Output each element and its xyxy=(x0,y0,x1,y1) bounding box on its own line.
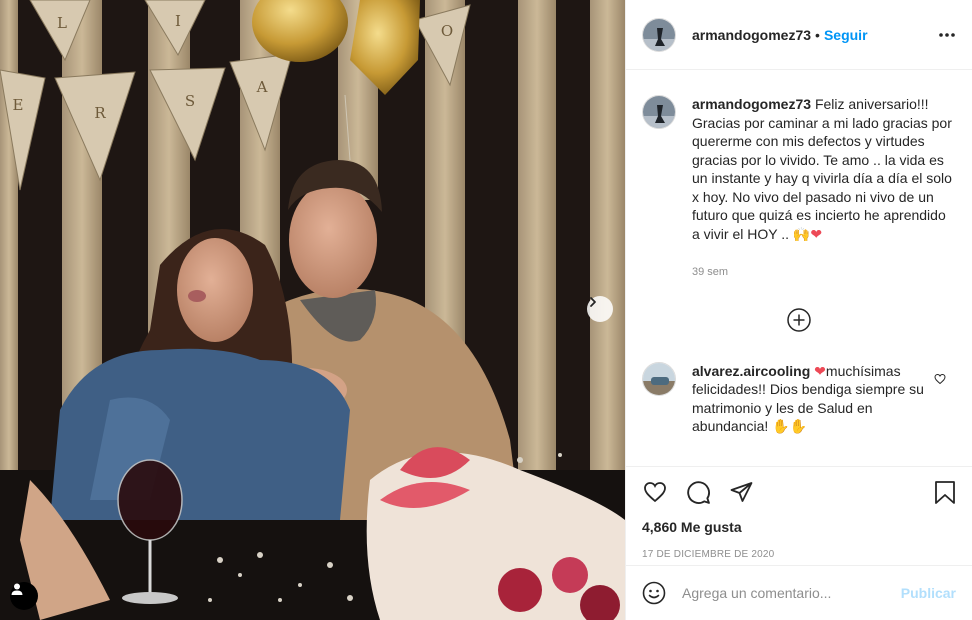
avatar-image xyxy=(643,96,675,128)
more-options-button[interactable] xyxy=(938,32,956,38)
save-button[interactable] xyxy=(934,480,956,505)
svg-text:L: L xyxy=(57,14,67,32)
publish-button[interactable]: Publicar xyxy=(901,585,956,601)
avatar-image xyxy=(643,18,675,51)
plus-circle-icon xyxy=(787,307,811,332)
caption-body: armandogomez73 Feliz aniversario!!! Grac… xyxy=(692,95,954,282)
comments-section: armandogomez73 Feliz aniversario!!! Grac… xyxy=(626,71,972,466)
photo-illustration: E R S A L I O xyxy=(0,0,625,620)
caption-emoji: 🙌❤ xyxy=(792,225,823,242)
post-photo[interactable]: E R S A L I O xyxy=(0,0,625,620)
like-comment-button[interactable] xyxy=(934,372,946,390)
load-more-comments-button[interactable] xyxy=(626,307,972,332)
like-count[interactable]: 4,860 Me gusta xyxy=(642,519,956,535)
comment-emoji: ❤ xyxy=(814,362,826,379)
post-time-ago[interactable]: 39 sem xyxy=(692,263,954,282)
commenter-username[interactable]: alvarez.aircooling xyxy=(692,363,810,379)
caption-author-avatar[interactable] xyxy=(642,95,676,129)
post-header: armandogomez73 • Seguir xyxy=(626,0,972,70)
share-button[interactable] xyxy=(729,480,754,504)
add-comment-bar: Publicar xyxy=(626,565,972,620)
paper-plane-icon xyxy=(730,482,753,502)
more-options-icon xyxy=(939,32,955,37)
post-actions: 4,860 Me gusta 17 DE DICIEMBRE DE 2020 xyxy=(626,466,972,560)
svg-text:S: S xyxy=(185,92,195,110)
avatar-image xyxy=(643,362,675,395)
svg-text:E: E xyxy=(13,96,24,114)
tagged-users-button[interactable] xyxy=(10,582,38,610)
caption: armandogomez73 Feliz aniversario!!! Grac… xyxy=(626,71,972,282)
author-username[interactable]: armandogomez73 xyxy=(692,27,811,43)
post-details-panel: armandogomez73 • Seguir armandogomez73 F… xyxy=(625,0,972,620)
heart-outline-icon xyxy=(934,373,946,384)
comment-input[interactable] xyxy=(682,585,901,601)
svg-text:R: R xyxy=(94,104,106,122)
commenter-avatar[interactable] xyxy=(642,361,676,396)
like-button[interactable] xyxy=(642,480,668,504)
svg-text:I: I xyxy=(175,12,181,30)
chevron-right-icon xyxy=(590,297,596,307)
post-date[interactable]: 17 DE DICIEMBRE DE 2020 xyxy=(642,549,956,560)
caption-username[interactable]: armandogomez73 xyxy=(692,96,811,112)
next-photo-button[interactable] xyxy=(587,296,613,322)
comment-item: alvarez.aircooling ❤muchísimas felicidad… xyxy=(626,361,972,436)
separator-dot: • xyxy=(815,26,820,43)
comment-body: alvarez.aircooling ❤muchísimas felicidad… xyxy=(692,362,924,436)
person-icon xyxy=(11,583,23,595)
svg-text:A: A xyxy=(256,78,268,96)
comment-bubble-icon xyxy=(687,480,710,504)
caption-text: Feliz aniversario!!! Gracias por caminar… xyxy=(692,96,952,242)
heart-outline-icon xyxy=(644,482,666,503)
emoji-icon[interactable] xyxy=(642,581,666,605)
svg-text:O: O xyxy=(441,22,453,40)
action-icons-row xyxy=(642,479,956,505)
comment-button[interactable] xyxy=(686,480,711,505)
author-avatar[interactable] xyxy=(642,17,676,52)
bookmark-icon xyxy=(935,480,955,504)
follow-button[interactable]: Seguir xyxy=(824,27,868,43)
